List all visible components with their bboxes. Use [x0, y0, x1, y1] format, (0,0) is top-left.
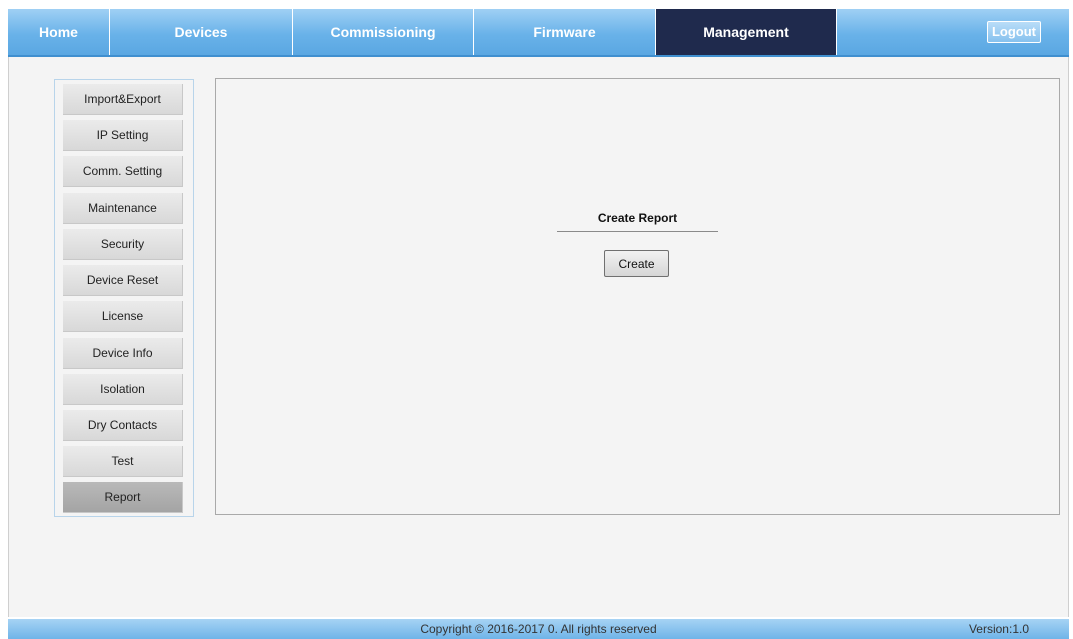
- main-area: Import&Export IP Setting Comm. Setting M…: [8, 57, 1069, 617]
- report-panel: Create Report Create: [215, 78, 1060, 515]
- version-text: Version:1.0: [968, 622, 1029, 636]
- tab-devices[interactable]: Devices: [110, 9, 293, 55]
- sidebar-item-dry-contacts[interactable]: Dry Contacts: [63, 410, 183, 441]
- sidebar-item-maintenance[interactable]: Maintenance: [63, 193, 183, 224]
- sidebar-item-device-info[interactable]: Device Info: [63, 338, 183, 369]
- sidebar-item-license[interactable]: License: [63, 301, 183, 332]
- sidebar-item-device-reset[interactable]: Device Reset: [63, 265, 183, 296]
- top-nav-bar: Home Devices Commissioning Firmware Mana…: [8, 9, 1069, 57]
- tab-home[interactable]: Home: [8, 9, 110, 55]
- sidebar-item-comm-setting[interactable]: Comm. Setting: [63, 156, 183, 187]
- create-report-button[interactable]: Create: [604, 250, 669, 277]
- tab-firmware[interactable]: Firmware: [474, 9, 656, 55]
- sidebar-item-import-export[interactable]: Import&Export: [63, 84, 183, 115]
- sidebar-item-security[interactable]: Security: [63, 229, 183, 260]
- nav-divider: [836, 9, 837, 55]
- sidebar-item-isolation[interactable]: Isolation: [63, 374, 183, 405]
- management-sidebar: Import&Export IP Setting Comm. Setting M…: [54, 79, 194, 517]
- sidebar-item-ip-setting[interactable]: IP Setting: [63, 120, 183, 151]
- tab-commissioning[interactable]: Commissioning: [293, 9, 474, 55]
- logout-button[interactable]: Logout: [987, 21, 1041, 43]
- tab-management[interactable]: Management: [656, 9, 836, 55]
- copyright-text: Copyright © 2016-2017 0. All rights rese…: [420, 622, 657, 636]
- footer-bar: Copyright © 2016-2017 0. All rights rese…: [8, 619, 1069, 639]
- sidebar-item-test[interactable]: Test: [63, 446, 183, 477]
- create-report-title: Create Report: [557, 211, 718, 232]
- sidebar-item-report[interactable]: Report: [63, 482, 183, 513]
